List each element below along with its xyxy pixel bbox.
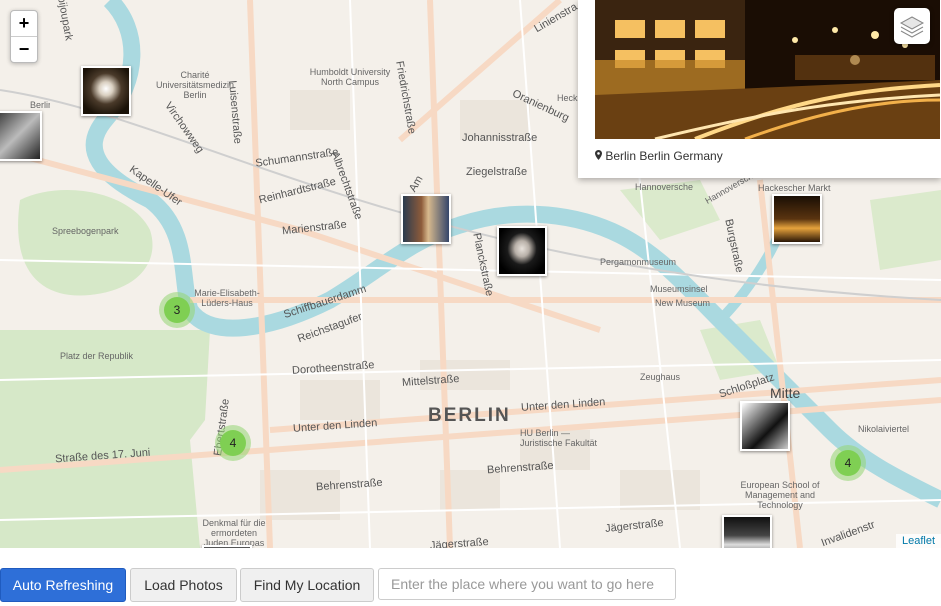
place-label: Platz der Republik (60, 351, 134, 361)
place-label: Marie-Elisabeth-Lüders-Haus (194, 288, 260, 308)
layers-button[interactable] (894, 8, 930, 44)
cluster-count: 4 (835, 450, 861, 476)
place-label: Humboldt University North Campus (309, 67, 391, 87)
layers-icon (894, 16, 930, 48)
load-photos-button[interactable]: Load Photos (130, 568, 237, 602)
auto-refresh-button[interactable]: Auto Refreshing (0, 568, 126, 602)
photo-marker[interactable] (81, 66, 131, 116)
cluster-count: 3 (164, 297, 190, 323)
place-label: Heck (557, 93, 578, 103)
popup-location: Berlin Berlin Germany (605, 149, 723, 163)
photo-marker[interactable] (772, 194, 822, 244)
photo-marker[interactable] (497, 226, 547, 276)
toolbar: Auto Refreshing Load Photos Find My Loca… (0, 568, 941, 602)
place-label: Berlin Hauptbahnhof (30, 100, 50, 110)
map-canvas[interactable]: Monbijoupark Friedrichstraße Linienstra … (0, 0, 941, 548)
photo-marker[interactable] (202, 545, 252, 548)
place-label: Hackescher Markt (758, 183, 831, 193)
photo-marker[interactable] (740, 401, 790, 451)
place-label: Hannoversche (635, 182, 694, 192)
zoom-control: + − (10, 10, 38, 63)
map-marker-icon (595, 149, 602, 160)
photo-marker[interactable] (722, 515, 772, 548)
place-label: HU Berlin — Juristische Fakultät (520, 428, 598, 448)
map-attribution-link[interactable]: Leaflet (895, 534, 941, 548)
popup-photo[interactable] (595, 0, 940, 139)
popup-caption: Berlin Berlin Germany (595, 149, 723, 163)
photo-cluster[interactable]: 4 (830, 445, 866, 481)
place-label: Spreebogenpark (52, 226, 119, 236)
zoom-out-button[interactable]: − (11, 36, 37, 62)
photo-cluster[interactable]: 4 (215, 425, 251, 461)
place-label: Denkmal für die ermordeten Juden Europas (202, 518, 266, 548)
search-input[interactable] (378, 568, 676, 600)
place-label: New Museum (655, 298, 711, 308)
place-label: Charité Universitätsmedizin Berlin (155, 70, 235, 100)
street-label: Johannisstraße (462, 132, 538, 144)
place-label: Pergamonmuseum (600, 257, 677, 267)
photo-marker[interactable] (0, 111, 42, 161)
place-label: Museumsinsel (650, 284, 708, 294)
photo-popup: Berlin Berlin Germany (578, 0, 941, 178)
district-label: Mitte (770, 385, 801, 401)
place-label: Zeughaus (640, 372, 681, 382)
street-label: Ziegelstraße (466, 166, 528, 178)
cluster-count: 4 (220, 430, 246, 456)
photo-marker[interactable] (401, 194, 451, 244)
zoom-in-button[interactable]: + (11, 11, 37, 36)
place-label: Nikolaiviertel (858, 424, 910, 434)
find-location-button[interactable]: Find My Location (240, 568, 374, 602)
photo-cluster[interactable]: 3 (159, 292, 195, 328)
city-label: BERLIN (428, 405, 511, 426)
place-label: European School of Management and Techno… (740, 480, 820, 510)
